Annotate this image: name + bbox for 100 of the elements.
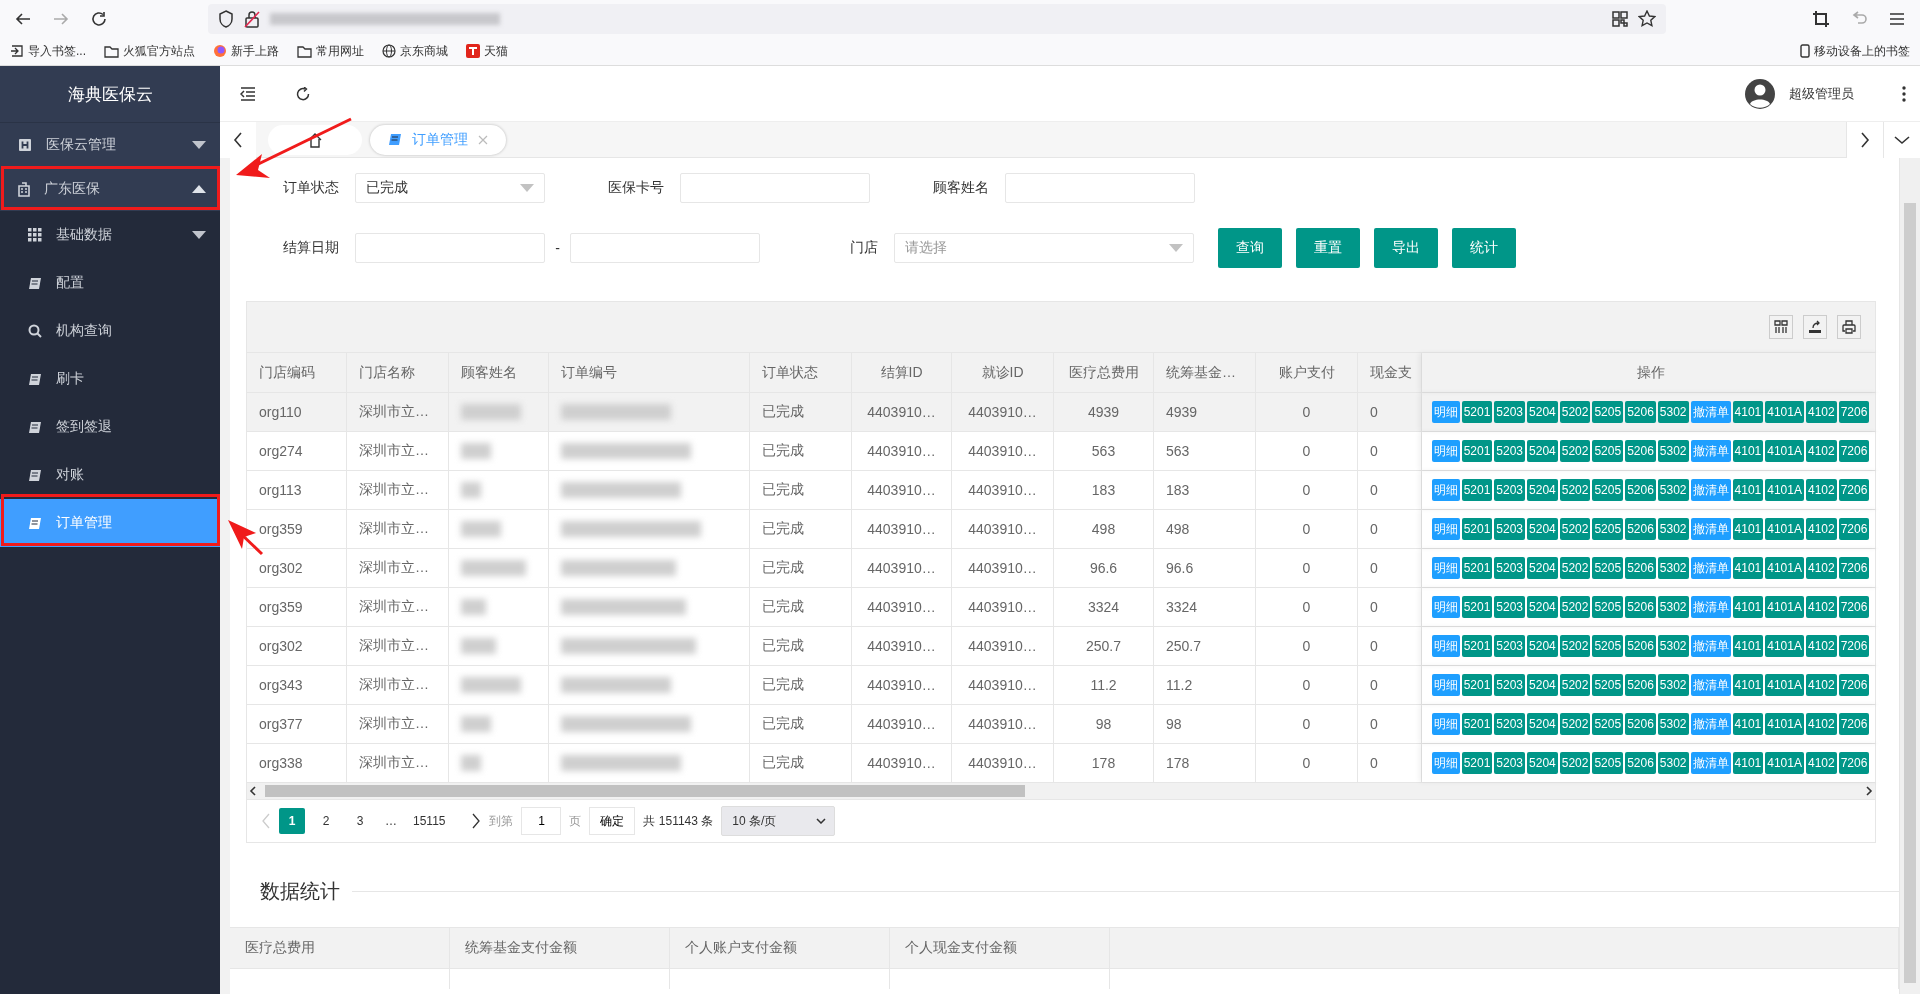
row-action-button[interactable]: 5201	[1461, 518, 1493, 540]
row-action-button[interactable]: 5302	[1657, 479, 1689, 501]
row-action-button[interactable]: 5203	[1494, 440, 1526, 462]
row-action-button[interactable]: 5205	[1592, 440, 1624, 462]
row-action-button[interactable]: 5205	[1592, 596, 1624, 618]
action-button[interactable]: 统计	[1452, 228, 1516, 268]
bookmark[interactable]: 火狐官方站点	[104, 42, 195, 60]
action-button[interactable]: 查询	[1218, 228, 1282, 268]
row-action-button[interactable]: 7206	[1838, 674, 1870, 696]
row-action-button[interactable]: 4101	[1732, 713, 1764, 735]
row-action-button[interactable]: 5204	[1527, 596, 1558, 618]
row-action-button[interactable]: 4101A	[1765, 401, 1804, 423]
row-action-button[interactable]: 5205	[1592, 518, 1624, 540]
row-action-button[interactable]: 4102	[1805, 752, 1837, 774]
row-action-button[interactable]: 4101A	[1765, 518, 1804, 540]
row-action-button[interactable]: 5302	[1657, 596, 1689, 618]
row-action-button[interactable]: 4102	[1805, 518, 1837, 540]
row-action-button[interactable]: 撤清单	[1690, 401, 1731, 423]
row-action-button[interactable]: 5205	[1592, 674, 1624, 696]
row-action-button[interactable]: 5203	[1494, 752, 1526, 774]
row-action-button[interactable]: 4101	[1732, 752, 1764, 774]
row-action-button[interactable]: 5202	[1559, 713, 1591, 735]
row-action-button[interactable]: 5206	[1625, 557, 1656, 579]
row-action-button[interactable]: 撤清单	[1690, 518, 1731, 540]
row-action-button[interactable]: 4101	[1732, 401, 1764, 423]
row-action-button[interactable]: 4101A	[1765, 635, 1804, 657]
row-action-button[interactable]: 5204	[1527, 440, 1558, 462]
row-action-button[interactable]: 4102	[1805, 479, 1837, 501]
row-action-button[interactable]: 5205	[1592, 479, 1624, 501]
input-field[interactable]	[1005, 173, 1195, 203]
row-action-button[interactable]: 4102	[1805, 440, 1837, 462]
page-input[interactable]: 1	[521, 807, 562, 835]
row-action-button[interactable]: 撤清单	[1690, 440, 1731, 462]
row-action-button[interactable]: 5202	[1559, 401, 1591, 423]
page-button[interactable]: 2	[313, 808, 339, 834]
row-action-button[interactable]: 5201	[1461, 674, 1493, 696]
row-action-button[interactable]: 撤清单	[1690, 752, 1731, 774]
row-action-button[interactable]: 明细	[1431, 440, 1460, 462]
bookmark[interactable]: 新手上路	[213, 42, 279, 60]
row-action-button[interactable]: 4102	[1805, 713, 1837, 735]
next-page-icon[interactable]	[471, 813, 482, 829]
scroll-right-button[interactable]	[1846, 121, 1883, 158]
row-action-button[interactable]: 4101	[1732, 518, 1764, 540]
bookmark[interactable]: 导入书签...	[10, 42, 86, 60]
row-action-button[interactable]: 4101	[1732, 440, 1764, 462]
date-field[interactable]	[355, 233, 545, 263]
row-action-button[interactable]: 撤清单	[1690, 596, 1731, 618]
home-tab[interactable]	[268, 124, 362, 155]
row-action-button[interactable]: 5203	[1494, 635, 1526, 657]
row-action-button[interactable]: 5204	[1527, 674, 1558, 696]
row-action-button[interactable]: 5205	[1592, 401, 1624, 423]
user-name[interactable]: 超级管理员	[1789, 84, 1854, 103]
row-action-button[interactable]: 7206	[1838, 479, 1870, 501]
bookmark[interactable]: 天猫	[466, 42, 508, 60]
star-icon[interactable]	[1638, 10, 1656, 28]
bookmark[interactable]: 移动设备上的书签	[1800, 42, 1910, 60]
row-action-button[interactable]: 明细	[1431, 635, 1460, 657]
row-action-button[interactable]: 5302	[1657, 440, 1689, 462]
row-action-button[interactable]: 7206	[1838, 518, 1870, 540]
row-action-button[interactable]: 明细	[1431, 401, 1460, 423]
action-button[interactable]: 重置	[1296, 228, 1360, 268]
row-action-button[interactable]: 5201	[1461, 557, 1493, 579]
select-field[interactable]: 请选择	[894, 233, 1194, 263]
row-action-button[interactable]: 5206	[1625, 635, 1656, 657]
row-action-button[interactable]: 明细	[1431, 518, 1460, 540]
row-action-button[interactable]: 5302	[1657, 635, 1689, 657]
row-action-button[interactable]: 5202	[1559, 518, 1591, 540]
vertical-scrollbar[interactable]	[1904, 203, 1916, 983]
row-action-button[interactable]: 5201	[1461, 479, 1493, 501]
row-action-button[interactable]: 5302	[1657, 713, 1689, 735]
scroll-left-button[interactable]	[220, 121, 256, 158]
sidebar-item[interactable]: 机构查询	[0, 307, 220, 355]
row-action-button[interactable]: 明细	[1431, 479, 1460, 501]
row-action-button[interactable]: 5201	[1461, 401, 1493, 423]
row-action-button[interactable]: 7206	[1838, 752, 1870, 774]
row-action-button[interactable]: 撤清单	[1690, 713, 1731, 735]
row-action-button[interactable]: 5206	[1625, 440, 1656, 462]
row-action-button[interactable]: 5202	[1559, 596, 1591, 618]
row-action-button[interactable]: 4101A	[1765, 713, 1804, 735]
row-action-button[interactable]: 4101	[1732, 557, 1764, 579]
sidebar-item[interactable]: 医保云管理	[0, 123, 220, 167]
confirm-button[interactable]: 确定	[589, 807, 636, 835]
row-action-button[interactable]: 4101	[1732, 635, 1764, 657]
row-action-button[interactable]: 7206	[1838, 713, 1870, 735]
row-action-button[interactable]: 5302	[1657, 752, 1689, 774]
row-action-button[interactable]: 撤清单	[1690, 674, 1731, 696]
export-button[interactable]	[1803, 315, 1827, 339]
horizontal-scrollbar[interactable]	[247, 783, 1875, 799]
row-action-button[interactable]: 7206	[1838, 635, 1870, 657]
row-action-button[interactable]: 5204	[1527, 557, 1558, 579]
row-action-button[interactable]: 7206	[1838, 596, 1870, 618]
row-action-button[interactable]: 5205	[1592, 635, 1624, 657]
sidebar-item[interactable]: 签到签退	[0, 403, 220, 451]
page-tab[interactable]: 订单管理	[370, 124, 506, 155]
row-action-button[interactable]: 4101	[1732, 479, 1764, 501]
row-action-button[interactable]: 7206	[1838, 401, 1870, 423]
row-action-button[interactable]: 4102	[1805, 596, 1837, 618]
row-action-button[interactable]: 4102	[1805, 557, 1837, 579]
more-icon[interactable]	[1902, 85, 1906, 102]
bookmark[interactable]: 常用网址	[297, 42, 364, 60]
